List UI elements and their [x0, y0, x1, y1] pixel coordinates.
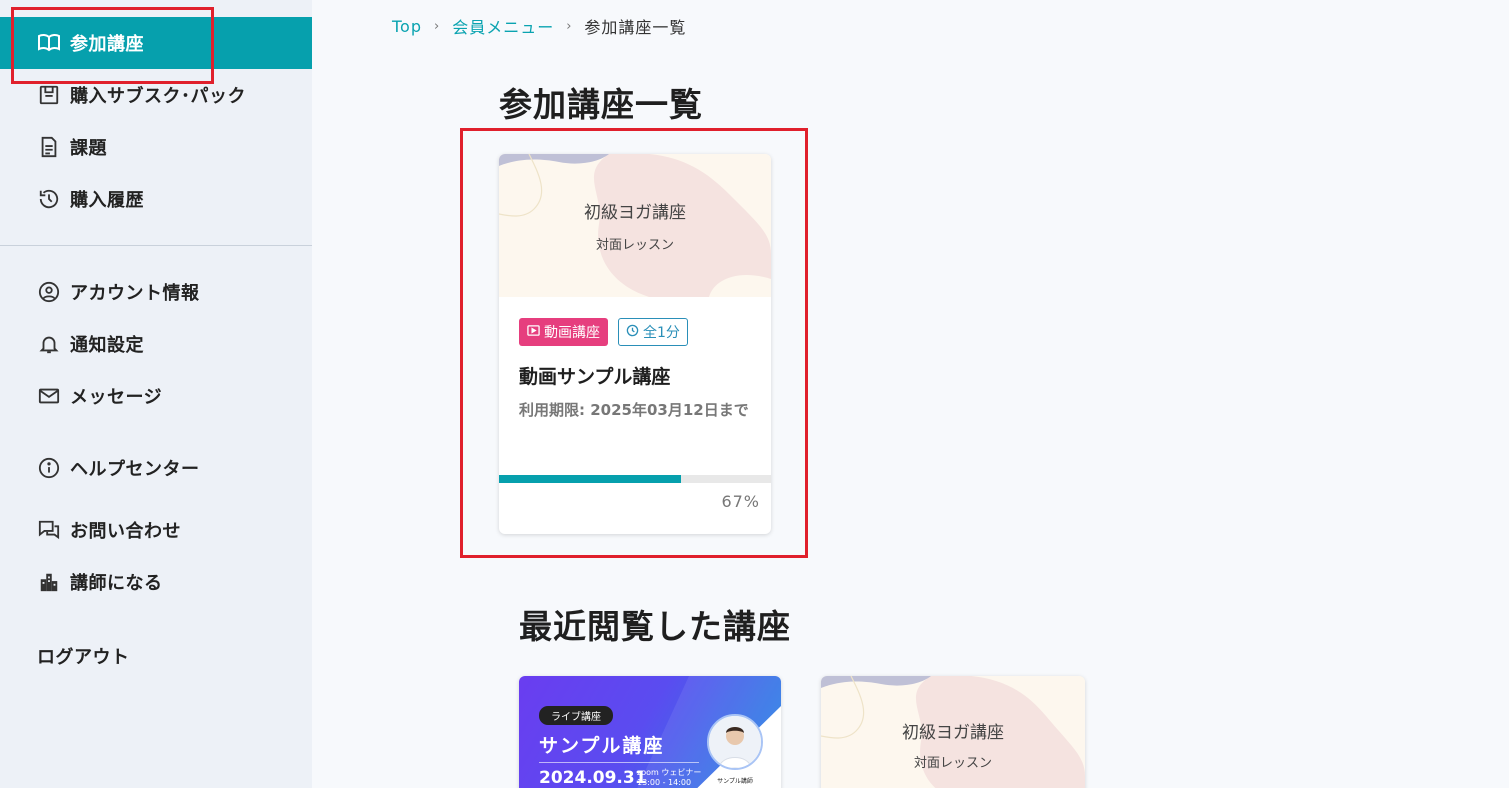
sidebar-item-label: 購入履歴	[70, 190, 144, 211]
zoom-line: zoom ウェビナー	[637, 768, 702, 777]
package-icon	[37, 83, 61, 107]
sidebar-item-label: ヘルプセンター	[70, 459, 200, 480]
recent-course-card[interactable]: 初級ヨガ講座 対面レッスン	[821, 676, 1085, 788]
history-icon	[37, 187, 61, 211]
building-icon	[37, 570, 61, 594]
chat-icon	[37, 518, 61, 542]
logout-link[interactable]: ログアウト	[37, 643, 130, 669]
clock-icon	[626, 324, 639, 341]
sidebar-divider	[0, 245, 312, 246]
sidebar-item-label: 参加講座	[70, 34, 144, 55]
video-course-tag: 動画講座	[519, 318, 608, 346]
sidebar-item-assignments[interactable]: 課題	[0, 121, 312, 173]
duration-tag: 全1分	[618, 318, 688, 346]
progress-bar	[499, 475, 771, 483]
course-expiry: 利用期限: 2025年03月12日まで	[519, 401, 749, 419]
breadcrumb: Top › 会員メニュー › 参加講座一覧	[392, 14, 686, 38]
live-course-title: サンプル講座	[539, 735, 665, 757]
duration-tag-label: 全1分	[643, 325, 680, 341]
sidebar-item-label: 課題	[70, 138, 107, 159]
progress-percent: 67%	[721, 492, 760, 511]
sidebar-item-purchased-subscriptions[interactable]: 購入サブスク･パック	[0, 69, 312, 121]
time-line: 13:00 - 14:00	[637, 778, 692, 787]
course-card[interactable]: 初級ヨガ講座 対面レッスン 動画講座 全1分 動画サンプル講座 利用期限: 20…	[499, 154, 771, 534]
breadcrumb-separator: ›	[434, 18, 441, 34]
sidebar-item-enrolled-courses[interactable]: 参加講座	[0, 17, 312, 69]
instructor-avatar	[707, 714, 763, 770]
document-icon	[37, 135, 61, 159]
course-thumbnail: 初級ヨガ講座 対面レッスン	[499, 154, 771, 297]
breadcrumb-current: 参加講座一覧	[584, 18, 687, 37]
recent-course-thumbnail-subtitle: 対面レッスン	[913, 756, 992, 771]
sidebar-item-account[interactable]: アカウント情報	[0, 266, 312, 318]
course-thumbnail-subtitle: 対面レッスン	[595, 238, 674, 253]
play-icon	[527, 324, 540, 341]
recent-course-thumbnail-title: 初級ヨガ講座	[902, 723, 1004, 743]
sidebar-item-notifications[interactable]: 通知設定	[0, 318, 312, 370]
bell-icon	[37, 332, 61, 356]
sidebar-item-purchase-history[interactable]: 購入履歴	[0, 173, 312, 225]
recent-course-card[interactable]: ライブ講座 サンプル講座 2024.09.31 zoom ウェビナー 13:00…	[519, 676, 781, 788]
sidebar-item-help-center[interactable]: ヘルプセンター	[0, 442, 312, 494]
breadcrumb-member-menu-link[interactable]: 会員メニュー	[452, 14, 554, 38]
sidebar-item-label: 購入サブスク･パック	[70, 86, 246, 107]
sidebar-item-contact[interactable]: お問い合わせ	[0, 504, 312, 556]
live-course-date: 2024.09.31	[539, 768, 647, 788]
video-course-tag-label: 動画講座	[544, 325, 600, 341]
course-tags: 動画講座 全1分	[519, 318, 688, 346]
user-circle-icon	[37, 280, 61, 304]
progress-bar-fill	[499, 475, 682, 483]
breadcrumb-home-link[interactable]: Top	[392, 17, 422, 36]
live-divider	[539, 762, 699, 763]
page-title: 参加講座一覧	[499, 85, 703, 124]
sidebar-item-label: 講師になる	[70, 573, 163, 594]
course-title: 動画サンプル講座	[519, 366, 671, 388]
live-course-badge: ライブ講座	[539, 706, 613, 725]
sidebar-item-label: アカウント情報	[70, 283, 200, 304]
sidebar-item-label: お問い合わせ	[70, 521, 181, 542]
sidebar-item-become-instructor[interactable]: 講師になる	[0, 556, 312, 608]
breadcrumb-separator: ›	[566, 18, 573, 34]
live-course-zoom-info: zoom ウェビナー 13:00 - 14:00	[637, 768, 701, 788]
sidebar-item-label: メッセージ	[70, 387, 163, 408]
instructor-name: サンプル講師	[717, 778, 753, 785]
recent-section-title: 最近閲覧した講座	[519, 607, 791, 646]
sidebar-item-messages[interactable]: メッセージ	[0, 370, 312, 422]
info-icon	[37, 456, 61, 480]
course-thumbnail-title: 初級ヨガ講座	[584, 203, 686, 223]
sidebar: 参加講座 購入サブスク･パック 課題 購入履歴 アカウント情報 通知設定 メッセ…	[0, 0, 312, 788]
book-open-icon	[37, 31, 61, 55]
mail-icon	[37, 384, 61, 408]
sidebar-item-label: 通知設定	[70, 335, 144, 356]
